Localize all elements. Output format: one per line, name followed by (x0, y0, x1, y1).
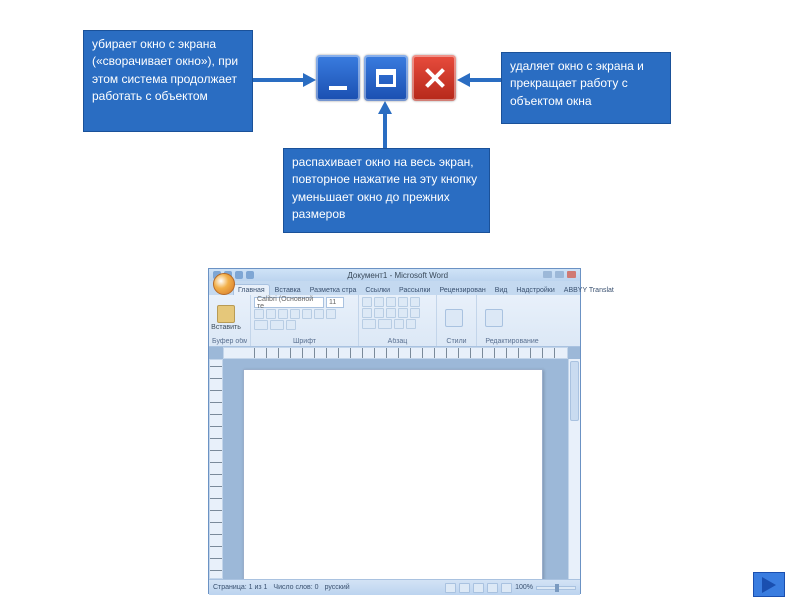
show-marks-button[interactable] (406, 319, 416, 329)
sort-button[interactable] (394, 319, 404, 329)
close-icon (423, 67, 445, 89)
font-name-field[interactable]: Calibri (Основной те (254, 297, 324, 308)
borders-button[interactable] (378, 319, 392, 329)
arrow-to-maximize (378, 101, 392, 148)
tab-review[interactable]: Рецензирован (435, 285, 489, 295)
bold-button[interactable] (254, 309, 264, 319)
tab-page-layout[interactable]: Разметка стра (306, 285, 361, 295)
maximize-icon (376, 69, 396, 87)
tab-view[interactable]: Вид (491, 285, 512, 295)
vertical-ruler[interactable] (209, 359, 223, 579)
subscript-button[interactable] (302, 309, 312, 319)
paste-label: Вставить (211, 324, 241, 331)
multilevel-button[interactable] (386, 297, 396, 307)
arrow-to-minimize (253, 73, 316, 87)
word-window: Документ1 - Microsoft Word Главная Встав… (208, 268, 581, 594)
tab-addins[interactable]: Надстройки (512, 285, 558, 295)
align-left-button[interactable] (362, 308, 372, 318)
zoom-percent[interactable]: 100% (515, 584, 533, 591)
ribbon-group-paragraph: Абзац (359, 295, 437, 346)
editing-group-label: Редактирование (480, 338, 544, 346)
tab-abbyy[interactable]: ABBYY Translat (560, 285, 618, 295)
ribbon-group-font: Calibri (Основной те 11 (251, 295, 359, 346)
word-maximize-button[interactable] (555, 271, 564, 278)
callout-minimize: убирает окно с экрана («сворачивает окно… (83, 30, 253, 132)
word-window-controls (542, 271, 576, 280)
underline-button[interactable] (278, 309, 288, 319)
clear-format-button[interactable] (286, 320, 296, 330)
align-center-button[interactable] (374, 308, 384, 318)
office-button[interactable] (213, 273, 235, 295)
font-size-field[interactable]: 11 (326, 297, 344, 308)
align-right-button[interactable] (386, 308, 396, 318)
word-status-bar: Страница: 1 из 1 Число слов: 0 русский 1… (209, 579, 580, 595)
maximize-button[interactable] (364, 55, 408, 101)
numbering-button[interactable] (374, 297, 384, 307)
qat-redo-icon[interactable] (235, 271, 243, 279)
zoom-slider[interactable] (536, 586, 576, 590)
document-page[interactable] (243, 369, 543, 579)
minimize-button[interactable] (316, 55, 360, 101)
scrollbar-thumb[interactable] (570, 361, 579, 421)
close-button[interactable] (412, 55, 456, 101)
tab-home[interactable]: Главная (233, 284, 270, 295)
horizontal-ruler[interactable] (223, 347, 568, 359)
ribbon: Вставить Буфер обмена Calibri (Основной … (209, 295, 580, 347)
ribbon-group-editing: Редактирование (477, 295, 547, 346)
arrow-to-close (457, 73, 501, 87)
bullets-button[interactable] (362, 297, 372, 307)
font-grow-button[interactable] (326, 309, 336, 319)
styles-icon[interactable] (445, 309, 463, 327)
vertical-scrollbar[interactable] (568, 359, 580, 579)
play-icon (762, 577, 776, 593)
line-spacing-button[interactable] (410, 308, 420, 318)
font-color-button[interactable] (270, 320, 284, 330)
view-print-layout[interactable] (445, 583, 456, 593)
tab-mailings[interactable]: Рассылки (395, 285, 434, 295)
indent-dec-button[interactable] (398, 297, 408, 307)
ribbon-group-clipboard: Вставить Буфер обмена (209, 295, 251, 346)
shading-button[interactable] (362, 319, 376, 329)
status-words: Число слов: 0 (273, 584, 318, 591)
find-icon[interactable] (485, 309, 503, 327)
qat-more-icon[interactable] (246, 271, 254, 279)
word-document-area (209, 347, 580, 579)
superscript-button[interactable] (314, 309, 324, 319)
word-minimize-button[interactable] (543, 271, 552, 278)
indent-inc-button[interactable] (410, 297, 420, 307)
strike-button[interactable] (290, 309, 300, 319)
paste-icon[interactable] (217, 305, 235, 323)
view-outline[interactable] (487, 583, 498, 593)
minimize-icon (329, 86, 347, 90)
window-control-buttons (316, 55, 456, 101)
ribbon-tabs: Главная Вставка Разметка стра Ссылки Рас… (209, 281, 580, 295)
paragraph-group-label: Абзац (362, 338, 433, 346)
view-full-screen[interactable] (459, 583, 470, 593)
view-draft[interactable] (501, 583, 512, 593)
next-slide-button[interactable] (753, 572, 785, 597)
word-title-text: Документ1 - Microsoft Word (256, 271, 540, 280)
highlight-button[interactable] (254, 320, 268, 330)
word-close-button[interactable] (567, 271, 576, 278)
styles-group-label: Стили (440, 338, 473, 346)
tab-insert[interactable]: Вставка (271, 285, 305, 295)
status-page: Страница: 1 из 1 (213, 584, 267, 591)
align-justify-button[interactable] (398, 308, 408, 318)
tab-references[interactable]: Ссылки (361, 285, 394, 295)
status-language[interactable]: русский (325, 584, 350, 591)
callout-maximize: распахивает окно на весь экран, повторно… (283, 148, 490, 233)
callout-close: удаляет окно с экрана и прекращает работ… (501, 52, 671, 124)
word-titlebar: Документ1 - Microsoft Word (209, 269, 580, 281)
font-group-label: Шрифт (254, 338, 355, 346)
clipboard-group-label: Буфер обмена (212, 338, 247, 346)
view-web-layout[interactable] (473, 583, 484, 593)
italic-button[interactable] (266, 309, 276, 319)
ribbon-group-styles: Стили (437, 295, 477, 346)
zoom-slider-knob[interactable] (555, 584, 559, 592)
page-viewport (223, 359, 568, 579)
